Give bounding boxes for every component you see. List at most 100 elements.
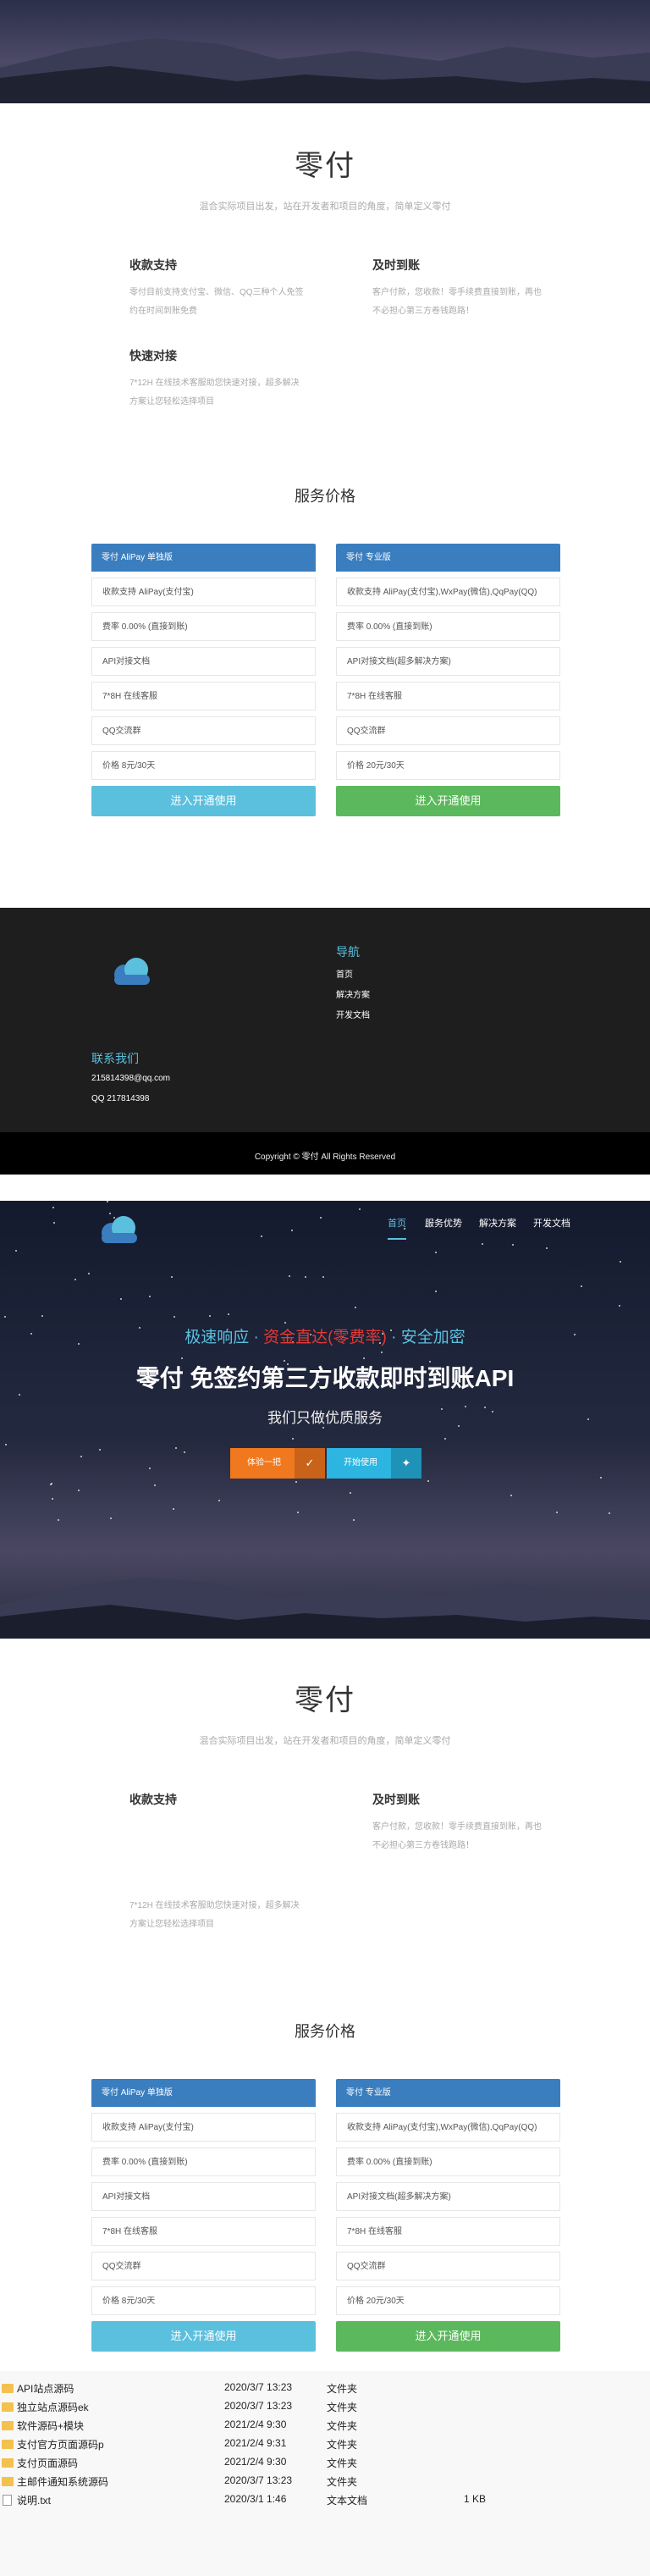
star [322, 1427, 324, 1429]
plan-feature: API对接文档(超多解决方案) [336, 2182, 560, 2211]
try-button[interactable]: 体验一把 ✓ [230, 1448, 325, 1479]
star [4, 1316, 6, 1318]
plan-price: 价格 8元/30天 [91, 2286, 316, 2315]
file-row[interactable]: 说明.txt 2020/3/1 1:46 文本文档 1 KB [0, 2491, 650, 2508]
star [15, 1250, 17, 1252]
star [427, 1480, 429, 1482]
feature-quick-integration: 快速对接 7*12H 在线技术客服助您快速对接，超多解决 方案让您轻松选择项目 [129, 347, 320, 412]
star [110, 1517, 112, 1519]
star [19, 1394, 20, 1396]
nav-home[interactable]: 首页 [388, 1216, 406, 1240]
footer-nav-solutions[interactable]: 解决方案 [336, 987, 370, 1000]
plan-feature: API对接文档(超多解决方案) [336, 647, 560, 676]
star [363, 1357, 365, 1359]
file-row[interactable]: 软件源码+模块 2021/2/4 9:30 文件夹 [0, 2417, 650, 2434]
feature-title: 收款支持 [129, 258, 177, 272]
feature-instant-arrival: 及时到账 客户付款，您收款！零手续费直接到账，再也 不必担心第三方卷钱跑路！ [372, 1791, 563, 1855]
footer-contact-title: 联系我们 [91, 1052, 139, 1065]
feature-payment-support: 收款支持 零付目前支持支付宝、微信、QQ三种个人免签 约在时间到账免费 [129, 257, 320, 321]
nav-advantages[interactable]: 服务优势 [425, 1216, 462, 1230]
cloud-logo-icon[interactable] [93, 1213, 144, 1247]
brand-title: 零付 [295, 150, 355, 182]
feature-title: 及时到账 [372, 1793, 420, 1806]
star [52, 1207, 54, 1208]
file-row[interactable]: 独立站点源码ek 2020/3/7 13:23 文件夹 [0, 2398, 650, 2415]
text-file-icon [3, 2495, 12, 2506]
plan-feature: 费率 0.00% (直接到账) [336, 2148, 560, 2176]
star [284, 1322, 286, 1324]
file-row[interactable]: 支付官方页面源码p 2021/2/4 9:31 文件夹 [0, 2435, 650, 2452]
nav-solutions[interactable]: 解决方案 [479, 1216, 516, 1230]
cloud-logo-icon [114, 958, 150, 985]
plan-price: 价格 20元/30天 [336, 751, 560, 780]
star [41, 1315, 43, 1317]
folder-icon [2, 2402, 14, 2412]
plan-feature: QQ交流群 [91, 716, 316, 745]
folder-icon [2, 2421, 14, 2430]
star [218, 1500, 220, 1501]
plan-feature: 收款支持 AliPay(支付宝) [91, 2113, 316, 2142]
star [600, 1477, 602, 1479]
start-button[interactable]: 开始使用 ✦ [327, 1448, 421, 1479]
plan-header: 零付 AliPay 单独版 [91, 544, 316, 572]
star [174, 1316, 175, 1318]
plan-feature: 费率 0.00% (直接到账) [91, 612, 316, 641]
star [171, 1276, 173, 1278]
mountain-silhouette [0, 1578, 650, 1639]
brand-title: 零付 [295, 1684, 355, 1716]
star [355, 1307, 356, 1308]
plan-feature: 收款支持 AliPay(支付宝) [91, 578, 316, 606]
feature-desc: 7*12H 在线技术客服助您快速对接，超多解决 方案让您轻松选择项目 [129, 1901, 300, 1929]
folder-icon [2, 2458, 14, 2468]
intro-section-2: 零付 混合实际项目出发，站在开发者和项目的角度，简单定义零付 [0, 1677, 650, 1746]
plan-feature: API对接文档 [91, 647, 316, 676]
activate-basic-button[interactable]: 进入开通使用 [91, 786, 316, 816]
feature-title: 及时到账 [372, 258, 420, 272]
plan-feature: QQ交流群 [336, 2252, 560, 2280]
star [120, 1298, 122, 1300]
plan-feature: 费率 0.00% (直接到账) [91, 2148, 316, 2176]
file-row[interactable]: API站点源码 2020/3/7 13:23 文件夹 [0, 2380, 650, 2396]
star [291, 1230, 293, 1231]
star [184, 1451, 185, 1453]
star [149, 1296, 151, 1297]
feature-desc: 零付目前支持支付宝、微信、QQ三种个人免签 约在时间到账免费 [129, 288, 304, 316]
file-row[interactable]: 主邮件通知系统源码 2020/3/7 13:23 文件夹 [0, 2473, 650, 2490]
nav-docs[interactable]: 开发文档 [533, 1216, 570, 1230]
star [381, 1352, 383, 1353]
file-row[interactable]: 支付页面源码 2021/2/4 9:30 文件夹 [0, 2454, 650, 2471]
feature-payment-support: 收款支持 [129, 1791, 320, 1808]
plan-price: 价格 8元/30天 [91, 751, 316, 780]
feature-desc: 7*12H 在线技术客服助您快速对接，超多解决 方案让您轻松选择项目 [129, 379, 300, 406]
star [546, 1247, 548, 1249]
star [320, 1217, 322, 1219]
star [322, 1276, 324, 1278]
star [107, 1201, 108, 1202]
star [228, 1313, 229, 1315]
plan-pro: 零付 专业版 收款支持 AliPay(支付宝),WxPay(微信),QqPay(… [336, 544, 560, 816]
star [149, 1468, 151, 1469]
plan-feature: 费率 0.00% (直接到账) [336, 612, 560, 641]
star [289, 1275, 290, 1277]
star [80, 1456, 82, 1457]
copyright: Copyright © 零付 All Rights Reserved [0, 1132, 650, 1175]
feature-title: 快速对接 [129, 349, 177, 362]
star [359, 1208, 361, 1210]
star [74, 1279, 76, 1280]
star [619, 1305, 620, 1307]
top-banner [0, 0, 650, 103]
star [53, 1222, 55, 1224]
activate-pro-button[interactable]: 进入开通使用 [336, 786, 560, 816]
feature-instant-arrival: 及时到账 客户付款，您收款！零手续费直接到账，再也 不必担心第三方卷钱跑路！ [372, 257, 563, 321]
activate-pro-button[interactable]: 进入开通使用 [336, 2321, 560, 2352]
footer-nav-docs[interactable]: 开发文档 [336, 1008, 370, 1020]
star [154, 1484, 156, 1486]
folder-icon [2, 2384, 14, 2393]
star [181, 1357, 183, 1359]
footer-nav-home[interactable]: 首页 [336, 967, 353, 980]
folder-icon [2, 2440, 14, 2449]
activate-basic-button[interactable]: 进入开通使用 [91, 2321, 316, 2352]
plan-feature: QQ交流群 [91, 2252, 316, 2280]
hero-headline: 零付 免签约第三方收款即时到账API [135, 1365, 515, 1391]
footer-nav-title: 导航 [336, 945, 360, 959]
